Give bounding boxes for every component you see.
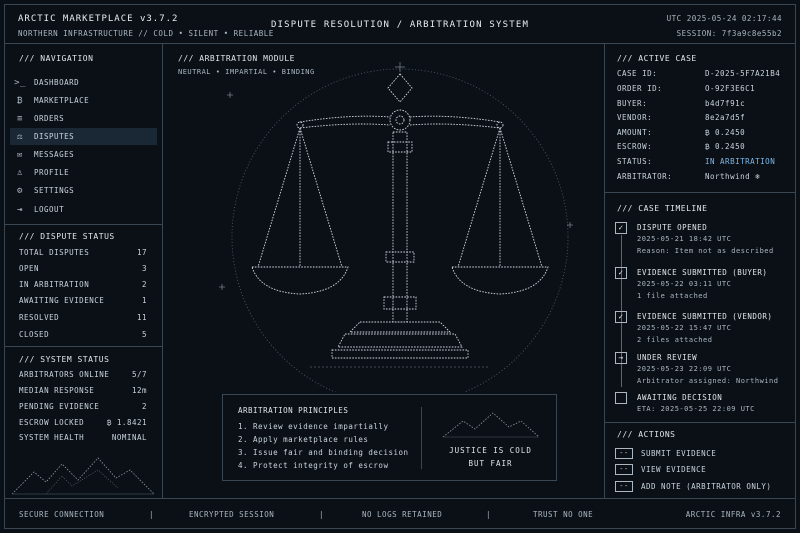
- action-marker: --: [615, 464, 633, 475]
- footer-separator: |: [149, 510, 155, 519]
- system-stat-row: PENDING EVIDENCE 2: [19, 402, 147, 411]
- sidebar-item-messages[interactable]: ✉ MESSAGES: [10, 146, 157, 163]
- bitcoin-icon: ₿: [17, 95, 23, 106]
- sidebar-item-label: LOGOUT: [34, 205, 65, 214]
- sidebar-item-dashboard[interactable]: >_ DASHBOARD: [10, 74, 157, 91]
- sidebar-item-label: SETTINGS: [34, 186, 75, 195]
- sidebar-item-orders[interactable]: ≡ ORDERS: [10, 110, 157, 127]
- principle-item: 2. Apply marketplace rules: [238, 435, 369, 444]
- app-tagline: NORTHERN INFRASTRUCTURE // COLD • SILENT…: [18, 29, 274, 38]
- sidebar-item-label: MARKETPLACE: [34, 96, 90, 105]
- sidebar-item-label: DISPUTES: [34, 132, 75, 141]
- actions-title: /// ACTIONS: [617, 430, 676, 439]
- dispute-status-title: /// DISPUTE STATUS: [19, 232, 115, 241]
- sidebar-item-label: DASHBOARD: [34, 78, 80, 87]
- sidebar-item-disputes[interactable]: ⚖ DISPUTES: [10, 128, 157, 145]
- sidebar-item-marketplace[interactable]: ₿ MARKETPLACE: [10, 92, 157, 109]
- mountain-illustration: [442, 412, 540, 438]
- footer-secure-connection: SECURE CONNECTION: [19, 510, 105, 519]
- scales-of-justice-illustration: [219, 62, 573, 392]
- empty-box-icon: [615, 392, 627, 404]
- sidebar-item-label: MESSAGES: [34, 150, 75, 159]
- navigation-title: /// NAVIGATION: [19, 54, 94, 63]
- dispute-stat-row: RESOLVED 11: [19, 313, 147, 322]
- nav-divider: [4, 224, 162, 225]
- top-header: ARCTIC MARKETPLACE v3.7.2 NORTHERN INFRA…: [4, 4, 796, 44]
- footer-version: ARCTIC INFRA v3.7.2: [685, 510, 781, 519]
- right-divider: [604, 44, 605, 498]
- gear-icon: ⚙: [17, 185, 23, 196]
- logout-icon: ⇥: [17, 204, 23, 215]
- envelope-icon: ✉: [17, 149, 23, 160]
- footer-encrypted-session: ENCRYPTED SESSION: [189, 510, 275, 519]
- system-status-title: /// SYSTEM STATUS: [19, 355, 110, 364]
- principles-title: ARBITRATION PRINCIPLES: [238, 406, 349, 415]
- footer-separator: |: [319, 510, 325, 519]
- action-marker: --: [615, 448, 633, 459]
- check-icon: ✓: [615, 222, 627, 234]
- system-stat-row: SYSTEM HEALTH NOMINAL: [19, 433, 147, 442]
- footer-separator: |: [486, 510, 492, 519]
- case-row-case-id: CASE ID: D-2025-5F7A21B4: [617, 69, 781, 78]
- motto-line-1: JUSTICE IS COLD: [449, 446, 532, 455]
- motto-line-2: BUT FAIR: [468, 459, 513, 468]
- case-row-vendor: VENDOR: 8e2a7d5f: [617, 113, 746, 122]
- principles-separator: [421, 407, 422, 469]
- sidebar-item-label: ORDERS: [34, 114, 65, 123]
- footer-bar: SECURE CONNECTION | ENCRYPTED SESSION | …: [4, 498, 796, 529]
- sidebar-item-profile[interactable]: ♙ PROFILE: [10, 164, 157, 181]
- timeline-title: /// CASE TIMELINE: [617, 204, 708, 213]
- timeline-divider: [605, 422, 796, 423]
- case-row-escrow: ESCROW: ₿ 0.2450: [617, 142, 746, 151]
- dispute-stat-row: TOTAL DISPUTES 17: [19, 248, 147, 257]
- check-icon: ✓: [615, 311, 627, 323]
- principle-item: 1. Review evidence impartially: [238, 422, 389, 431]
- submit-evidence-button[interactable]: -- SUBMIT EVIDENCE: [615, 448, 716, 459]
- dispute-stat-row: AWAITING EVIDENCE 1: [19, 296, 147, 305]
- session-id: SESSION: 7f3a9c8e55b2: [676, 29, 782, 38]
- view-evidence-button[interactable]: -- VIEW EVIDENCE: [615, 464, 706, 475]
- case-row-arbitrator: ARBITRATOR: Northwind ❄: [617, 172, 761, 181]
- arrow-right-icon: →: [615, 352, 627, 364]
- user-icon: ♙: [17, 167, 23, 178]
- case-divider: [605, 192, 796, 193]
- sidebar-item-logout[interactable]: ⇥ LOGOUT: [10, 201, 157, 218]
- case-row-buyer: BUYER: b4d7f91c: [617, 99, 746, 108]
- dispute-stat-row: IN ARBITRATION 2: [19, 280, 147, 289]
- sidebar-item-label: PROFILE: [34, 168, 70, 177]
- dispute-stat-row: CLOSED 5: [19, 330, 147, 339]
- add-note-button[interactable]: -- ADD NOTE (ARBITRATOR ONLY): [615, 481, 771, 492]
- principle-item: 4. Protect integrity of escrow: [238, 461, 389, 470]
- case-row-amount: AMOUNT: ₿ 0.2450: [617, 128, 746, 137]
- case-row-order-id: ORDER ID: O-92F3E6C1: [617, 84, 756, 93]
- active-case-title: /// ACTIVE CASE: [617, 54, 697, 63]
- list-icon: ≡: [17, 113, 23, 124]
- action-marker: --: [615, 481, 633, 492]
- utc-clock: UTC 2025-05-24 02:17:44: [666, 14, 782, 23]
- status-badge: IN ARBITRATION: [705, 157, 776, 166]
- scales-icon: ⚖: [17, 131, 23, 142]
- terminal-icon: >_: [14, 77, 26, 88]
- arbitration-principles-panel: ARBITRATION PRINCIPLES 1. Review evidenc…: [222, 394, 557, 481]
- footer-no-logs: NO LOGS RETAINED: [362, 510, 443, 519]
- dispute-stat-row: OPEN 3: [19, 264, 147, 273]
- system-stat-row: MEDIAN RESPONSE 12m: [19, 386, 147, 395]
- system-stat-row: ESCROW LOCKED ₿ 1.8421: [19, 418, 147, 427]
- principle-item: 3. Issue fair and binding decision: [238, 448, 409, 457]
- system-stat-row: ARBITRATORS ONLINE 5/7: [19, 370, 147, 379]
- mountain-illustration: [11, 457, 155, 495]
- case-row-status: STATUS: IN ARBITRATION: [617, 157, 776, 166]
- status-divider: [4, 346, 162, 347]
- left-divider: [162, 44, 163, 498]
- check-icon: ✓: [615, 267, 627, 279]
- footer-trust-no-one: TRUST NO ONE: [533, 510, 594, 519]
- sidebar-item-settings[interactable]: ⚙ SETTINGS: [10, 182, 157, 199]
